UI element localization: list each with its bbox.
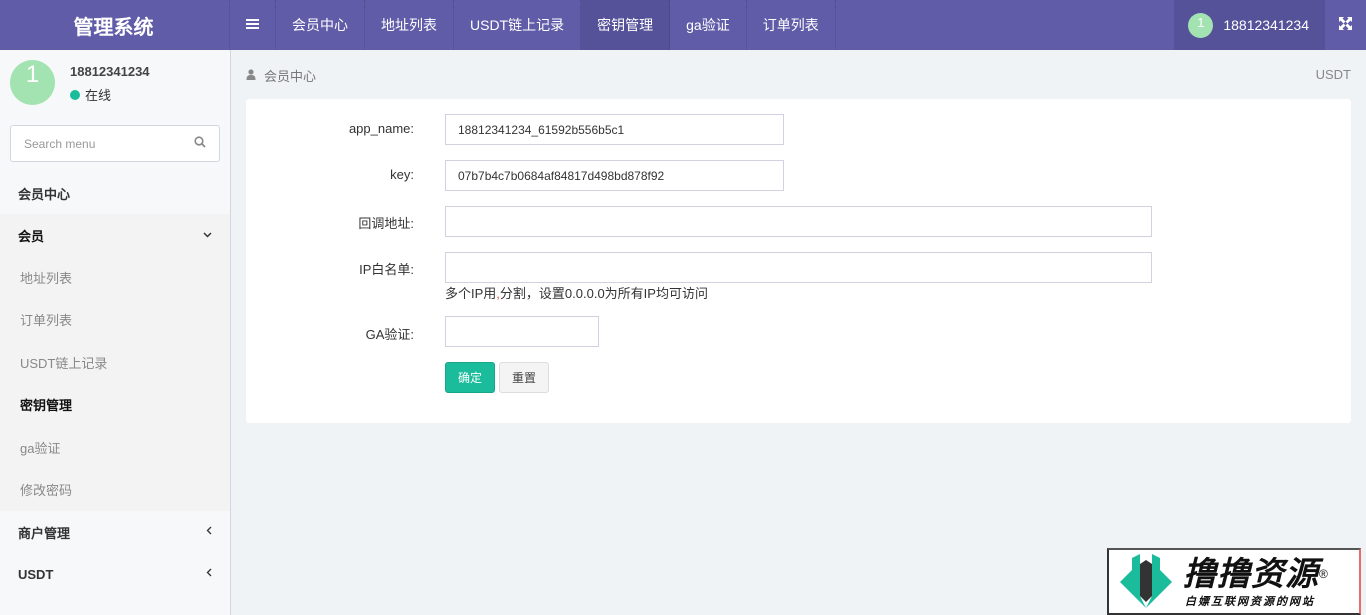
breadcrumb: 会员中心 [246, 66, 316, 85]
ip-whitelist-input[interactable] [445, 252, 1152, 283]
watermark-title-text: 撸撸资源 [1183, 554, 1319, 592]
watermark-subtitle: 白嫖互联网资源的网站 [1185, 595, 1315, 608]
sidebar-item-member[interactable]: 会员 [0, 214, 230, 256]
user-icon [246, 68, 256, 83]
ip-whitelist-help-text: 多个IP用,分割，设置0.0.0.0为所有IP均可访问 [445, 283, 708, 302]
user-avatar-small: 1 [1188, 12, 1214, 38]
sidebar-subitem-ga-verify[interactable]: ga验证 [0, 426, 230, 469]
key-label: key: [390, 167, 414, 182]
fullscreen-button[interactable] [1325, 0, 1366, 50]
nav-tab-order-list[interactable]: 订单列表 [747, 0, 836, 50]
sidebar-user-name: 18812341234 [70, 64, 150, 79]
sidebar-menu: 会员中心 会员 地址列表 订单列表 USDT链上记录 密钥管理 ga验证 修改密… [0, 172, 230, 595]
watermark-text: 撸撸资源® 白嫖互联网资源的网站 [1183, 555, 1329, 609]
key-input[interactable] [445, 160, 784, 191]
ga-verify-label: GA验证: [365, 327, 414, 342]
ga-verify-input[interactable] [445, 316, 599, 347]
sidebar-item-label: USDT [18, 566, 54, 582]
sidebar-search [10, 125, 220, 162]
sidebar-item-member-center[interactable]: 会员中心 [0, 172, 230, 214]
nav-tab-ga-verify[interactable]: ga验证 [670, 0, 747, 50]
header-right: 1 18812341234 [1174, 0, 1366, 50]
app-logo-title[interactable]: 管理系统 [0, 0, 230, 50]
confirm-button[interactable]: 确定 [445, 362, 495, 393]
breadcrumb-right-label: USDT [1315, 67, 1351, 82]
sidebar-group-member: 会员 地址列表 订单列表 USDT链上记录 密钥管理 ga验证 修改密码 [0, 214, 230, 511]
callback-url-label: 回调地址: [358, 216, 414, 231]
sidebar-subitem-change-password[interactable]: 修改密码 [0, 469, 230, 512]
expand-arrows-icon [1339, 17, 1352, 33]
nav-tab-usdt-chain-records[interactable]: USDT链上记录 [454, 0, 582, 50]
help-text-part: 分割，设置0.0.0.0为所有IP均可访问 [499, 286, 708, 301]
sidebar-item-label: 会员中心 [18, 186, 71, 202]
online-status-label: 在线 [85, 88, 112, 103]
search-button[interactable] [181, 136, 219, 151]
sidebar-subitem-address-list[interactable]: 地址列表 [0, 256, 230, 299]
key-management-form-card: app_name: key: 回调地址: IP白名单: 多个IP用,分割，设置0… [246, 99, 1351, 423]
sidebar-subitem-usdt-chain-records[interactable]: USDT链上记录 [0, 341, 230, 384]
user-menu-name: 18812341234 [1223, 17, 1309, 33]
nav-tab-key-management[interactable]: 密钥管理 [581, 0, 671, 50]
sidebar-toggle-button[interactable] [230, 0, 276, 50]
top-header: 管理系统 会员中心 地址列表 USDT链上记录 密钥管理 ga验证 订单列表 1… [0, 0, 1366, 50]
help-text-part: 多个IP用 [445, 286, 497, 301]
app-name-input[interactable] [445, 114, 784, 145]
nav-tab-member-center[interactable]: 会员中心 [276, 0, 365, 50]
ip-whitelist-label: IP白名单: [359, 262, 414, 277]
chevron-left-icon [206, 568, 212, 580]
app-name-label: app_name: [348, 121, 414, 136]
sidebar-subitem-key-management[interactable]: 密钥管理 [0, 384, 230, 427]
breadcrumb-current[interactable]: 会员中心 [264, 66, 316, 85]
watermark-logo-icon [1109, 550, 1183, 613]
sidebar-item-usdt[interactable]: USDT [0, 553, 230, 595]
top-nav: 会员中心 地址列表 USDT链上记录 密钥管理 ga验证 订单列表 [230, 0, 836, 50]
sidebar-item-merchant-management[interactable]: 商户管理 [0, 511, 230, 553]
nav-tab-address-list[interactable]: 地址列表 [365, 0, 454, 50]
sidebar-item-label: 会员 [18, 228, 45, 244]
sidebar: 1 18812341234 在线 会员中心 会员 地址列表 订单列表 [0, 50, 231, 615]
online-dot-icon [70, 89, 80, 100]
search-icon [194, 136, 206, 151]
watermark-banner: 撸撸资源® 白嫖互联网资源的网站 [1107, 548, 1361, 615]
callback-url-input[interactable] [445, 206, 1152, 237]
menu-bars-icon [246, 15, 259, 35]
online-status: 在线 [70, 85, 111, 104]
reset-button[interactable]: 重置 [499, 362, 549, 393]
sidebar-user-panel: 1 18812341234 在线 [0, 50, 230, 118]
search-menu-input[interactable] [11, 136, 181, 151]
watermark-title: 撸撸资源® [1183, 555, 1329, 593]
chevron-left-icon [206, 526, 212, 538]
registered-mark: ® [1319, 566, 1329, 581]
avatar: 1 [10, 60, 55, 105]
sidebar-item-label: 商户管理 [18, 525, 71, 541]
sidebar-subitem-order-list[interactable]: 订单列表 [0, 299, 230, 342]
user-menu-button[interactable]: 1 18812341234 [1174, 0, 1325, 50]
chevron-down-icon [203, 229, 212, 241]
